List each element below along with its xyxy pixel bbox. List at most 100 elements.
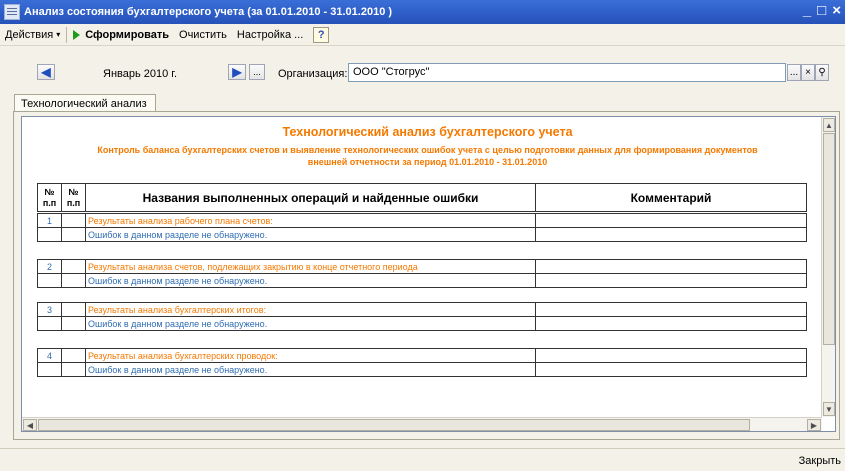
- comment-cell: [535, 348, 807, 363]
- horizontal-scrollbar[interactable]: ◀ ▶: [22, 417, 822, 431]
- period-select-button[interactable]: ...: [249, 64, 265, 80]
- actions-label: Действия: [5, 28, 54, 41]
- row-number: [37, 273, 62, 288]
- generate-button[interactable]: Сформировать: [68, 26, 174, 44]
- play-icon: [73, 29, 81, 40]
- organization-search-button[interactable]: ⚲: [815, 64, 829, 81]
- organization-select-button[interactable]: ...: [787, 64, 801, 81]
- chevron-down-icon[interactable]: ▼: [823, 402, 835, 416]
- report-subtitle-line1: Контроль баланса бухгалтерских счетов и …: [97, 145, 758, 155]
- toolbar: Действия ▾ Сформировать Очистить Настрой…: [0, 24, 845, 46]
- actions-menu[interactable]: Действия ▾: [0, 26, 65, 44]
- report-subtitle-line2: внешней отчетности за период 01.01.2010 …: [307, 157, 548, 167]
- prev-period-button[interactable]: ◀: [37, 64, 55, 80]
- report-table-header: № п.п № п.п Названия выполненных операци…: [37, 183, 807, 212]
- table-row: 3 Результаты анализа бухгалтерских итого…: [37, 302, 807, 317]
- window-title: Анализ состояния бухгалтерского учета (з…: [24, 6, 393, 18]
- column-header-num1: № п.п: [37, 183, 62, 212]
- comment-cell: [535, 213, 807, 228]
- row-subnumber: [61, 362, 86, 377]
- search-icon: ⚲: [818, 67, 826, 78]
- chevron-down-icon: ▾: [56, 30, 61, 39]
- comment-cell: [535, 316, 807, 331]
- row-number: 1: [37, 213, 62, 228]
- row-subnumber: [61, 259, 86, 274]
- clear-label: Очистить: [179, 28, 227, 41]
- section-heading: Результаты анализа счетов, подлежащих за…: [85, 259, 536, 274]
- period-row: ◀ Январь 2010 г. ▶ ... Организация: ООО …: [0, 46, 845, 86]
- comment-cell: [535, 259, 807, 274]
- table-row: Ошибок в данном разделе не обнаружено.: [37, 362, 807, 377]
- section-heading: Результаты анализа бухгалтерских итогов:: [85, 302, 536, 317]
- row-subnumber: [61, 316, 86, 331]
- clear-button[interactable]: Очистить: [174, 26, 232, 44]
- window-controls: _ □ ×: [803, 2, 841, 19]
- section-result: Ошибок в данном разделе не обнаружено.: [85, 316, 536, 331]
- table-row: 1 Результаты анализа рабочего плана счет…: [37, 213, 807, 228]
- vertical-scrollbar[interactable]: ▲ ▼: [821, 117, 835, 417]
- table-row: Ошибок в данном разделе не обнаружено.: [37, 316, 807, 331]
- maximize-button[interactable]: □: [817, 2, 826, 19]
- row-number: [37, 362, 62, 377]
- row-number: 4: [37, 348, 62, 363]
- report-content: Технологический анализ бухгалтерского уч…: [30, 119, 825, 168]
- report-block-2: 2 Результаты анализа счетов, подлежащих …: [37, 259, 807, 288]
- close-button[interactable]: Закрыть: [795, 453, 845, 471]
- report-window: Анализ состояния бухгалтерского учета (з…: [0, 0, 845, 471]
- document-icon: [4, 4, 20, 20]
- close-icon: ×: [805, 67, 811, 78]
- table-row: Ошибок в данном разделе не обнаружено.: [37, 227, 807, 242]
- row-subnumber: [61, 273, 86, 288]
- generate-label: Сформировать: [85, 28, 170, 41]
- period-label: Январь 2010 г.: [103, 68, 178, 80]
- column-header-operations: Названия выполненных операций и найденны…: [85, 183, 536, 212]
- row-subnumber: [61, 302, 86, 317]
- minimize-button[interactable]: _: [803, 2, 811, 19]
- settings-button[interactable]: Настройка ...: [232, 26, 308, 44]
- arrow-right-icon: ▶: [232, 65, 242, 79]
- column-header-num2: № п.п: [61, 183, 86, 212]
- vertical-scroll-thumb[interactable]: [823, 133, 835, 345]
- comment-cell: [535, 273, 807, 288]
- column-header-comment: Комментарий: [535, 183, 807, 212]
- horizontal-scroll-thumb[interactable]: [38, 419, 750, 431]
- section-result: Ошибок в данном разделе не обнаружено.: [85, 273, 536, 288]
- help-icon: ?: [313, 26, 330, 43]
- row-subnumber: [61, 348, 86, 363]
- organization-label: Организация:: [278, 68, 348, 80]
- section-result: Ошибок в данном разделе не обнаружено.: [85, 362, 536, 377]
- next-period-button[interactable]: ▶: [228, 64, 246, 80]
- status-bar: Закрыть: [0, 448, 845, 471]
- table-row: Ошибок в данном разделе не обнаружено.: [37, 273, 807, 288]
- comment-cell: [535, 227, 807, 242]
- row-number: 2: [37, 259, 62, 274]
- report-block-1: 1 Результаты анализа рабочего плана счет…: [37, 213, 807, 242]
- chevron-up-icon[interactable]: ▲: [823, 118, 835, 132]
- tab-technological-analysis[interactable]: Технологический анализ: [14, 94, 156, 112]
- row-number: [37, 316, 62, 331]
- chevron-left-icon[interactable]: ◀: [23, 419, 37, 431]
- report-block-3: 3 Результаты анализа бухгалтерских итого…: [37, 302, 807, 331]
- settings-label: Настройка ...: [236, 28, 304, 41]
- section-heading: Результаты анализа рабочего плана счетов…: [85, 213, 536, 228]
- help-button[interactable]: ?: [308, 26, 334, 44]
- row-number: 3: [37, 302, 62, 317]
- report-subtitle: Контроль баланса бухгалтерских счетов и …: [30, 144, 825, 168]
- report-sheet[interactable]: Технологический анализ бухгалтерского уч…: [21, 116, 836, 432]
- report-block-4: 4 Результаты анализа бухгалтерских прово…: [37, 348, 807, 377]
- table-row: 4 Результаты анализа бухгалтерских прово…: [37, 348, 807, 363]
- comment-cell: [535, 362, 807, 377]
- organization-field[interactable]: ООО "Стогрус": [348, 63, 786, 82]
- row-subnumber: [61, 227, 86, 242]
- row-subnumber: [61, 213, 86, 228]
- table-row: 2 Результаты анализа счетов, подлежащих …: [37, 259, 807, 274]
- report-title: Технологический анализ бухгалтерского уч…: [282, 125, 573, 139]
- arrow-left-icon: ◀: [41, 65, 51, 79]
- chevron-right-icon[interactable]: ▶: [807, 419, 821, 431]
- title-bar: Анализ состояния бухгалтерского учета (з…: [0, 0, 845, 24]
- organization-clear-button[interactable]: ×: [801, 64, 815, 81]
- close-window-button[interactable]: ×: [832, 2, 841, 19]
- section-heading: Результаты анализа бухгалтерских проводо…: [85, 348, 536, 363]
- toolbar-divider: [66, 26, 68, 43]
- row-number: [37, 227, 62, 242]
